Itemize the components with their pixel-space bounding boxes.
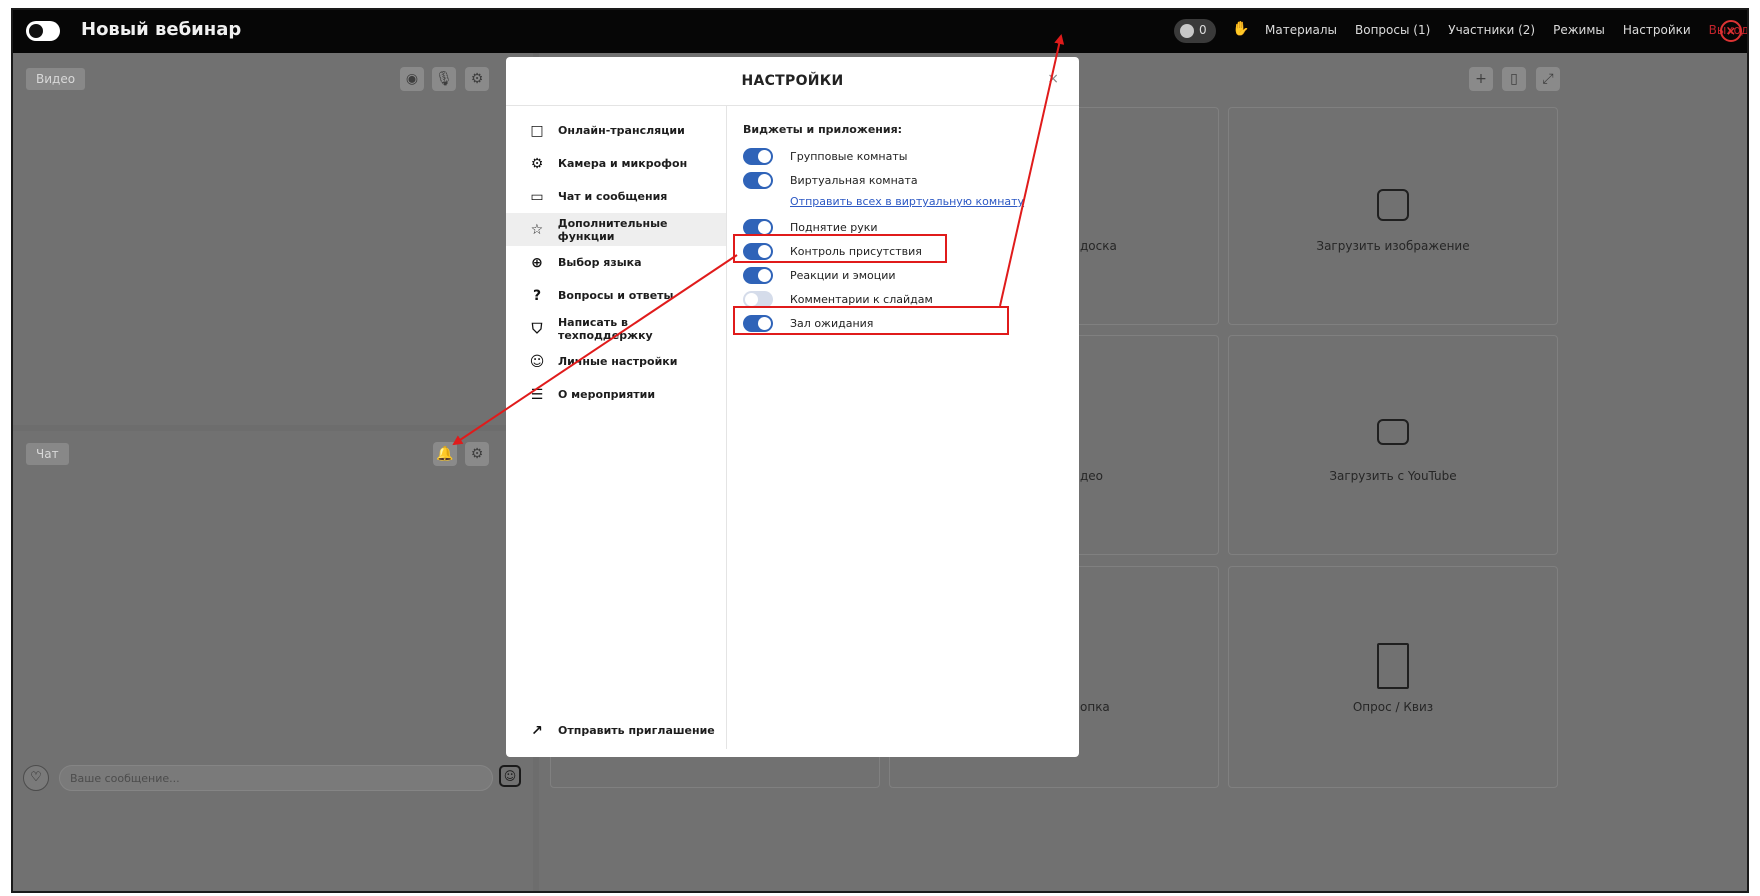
- annotation-arrows: [452, 34, 1065, 446]
- app-window: Новый вебинар 0 ✋ Материалы Вопросы (1) …: [11, 8, 1749, 893]
- arrow-to-bell: [452, 254, 738, 446]
- arrow-to-timer: [999, 34, 1065, 307]
